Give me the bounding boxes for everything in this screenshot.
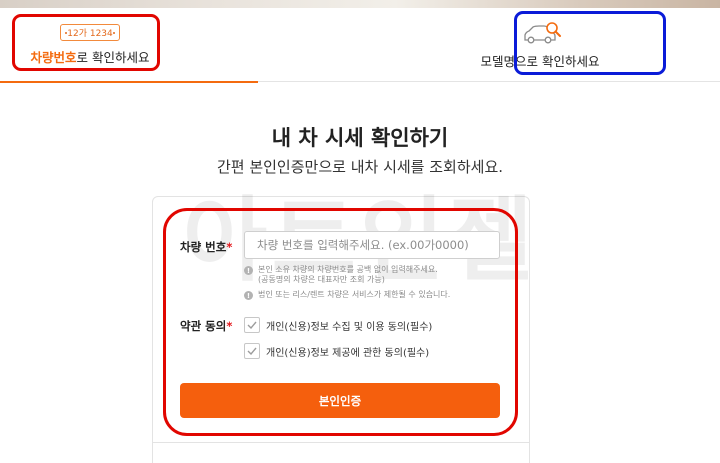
terms-field-label: 약관 동의*	[180, 318, 232, 334]
note-line-3: 법인 또는 리스/렌트 차량은 서비스가 제한될 수 있습니다.	[258, 290, 451, 299]
required-mark: *	[226, 240, 233, 254]
note-line-2: (공동명의 차량은 대표자만 조회 가능)	[258, 275, 385, 284]
lookup-mode-tabs: 12가 1234 차량번호로 확인하세요 모델명으로 확인하세요	[0, 8, 720, 82]
plate-note-restriction: ! 법인 또는 리스/렌트 차량은 서비스가 제한될 수 있습니다.	[244, 290, 450, 300]
agreement-checkbox-collect[interactable]	[244, 317, 260, 333]
car-search-icon	[524, 21, 561, 43]
agreement-checkbox-provide[interactable]	[244, 343, 260, 359]
tab-model-label: 모델명으로 확인하세요	[480, 53, 600, 69]
tab-plate-label-accent: 차량번호	[30, 50, 77, 65]
plate-sample-text: 12가 1234	[67, 29, 113, 39]
agreement-label-provide: 개인(신용)정보 제공에 관한 동의(필수)	[266, 347, 430, 359]
info-icon: !	[244, 291, 253, 300]
license-plate-icon: 12가 1234	[60, 24, 120, 41]
tab-plate-number[interactable]: 12가 1234 차량번호로 확인하세요	[0, 8, 180, 82]
agreement-label-collect: 개인(신용)정보 수집 및 이용 동의(필수)	[266, 321, 433, 333]
required-mark: *	[226, 319, 233, 333]
page-title: 내 차 시세 확인하기	[271, 126, 449, 150]
tab-plate-label-rest: 로 확인하세요	[76, 50, 150, 65]
active-tab-indicator	[0, 81, 258, 83]
tab-plate-label: 차량번호로 확인하세요	[31, 47, 150, 66]
page-subtitle: 간편 본인인증만으로 내차 시세를 조회하세요.	[216, 158, 504, 176]
terms-field-label-text: 약관 동의	[180, 319, 227, 333]
hero-image-strip	[0, 0, 720, 8]
check-icon	[247, 347, 257, 355]
info-icon: !	[244, 266, 253, 275]
identity-verification-button[interactable]: 본인인증	[180, 383, 500, 418]
agreement-row-provide[interactable]: 개인(신용)정보 제공에 관한 동의(필수)	[244, 343, 429, 359]
plate-note-ownership: ! 본인 소유 차량의 차량번호를 공백 없이 입력해주세요. (공동명의 차량…	[244, 265, 438, 285]
plate-number-input[interactable]	[244, 231, 500, 259]
card-divider	[152, 442, 530, 443]
check-icon	[247, 321, 257, 329]
agreement-row-collect[interactable]: 개인(신용)정보 수집 및 이용 동의(필수)	[244, 317, 432, 333]
note-line-1: 본인 소유 차량의 차량번호를 공백 없이 입력해주세요.	[258, 265, 438, 274]
tab-model-name[interactable]: 모델명으로 확인하세요	[420, 8, 660, 82]
plate-field-label-text: 차량 번호	[180, 240, 227, 254]
plate-field-label: 차량 번호*	[180, 239, 232, 255]
